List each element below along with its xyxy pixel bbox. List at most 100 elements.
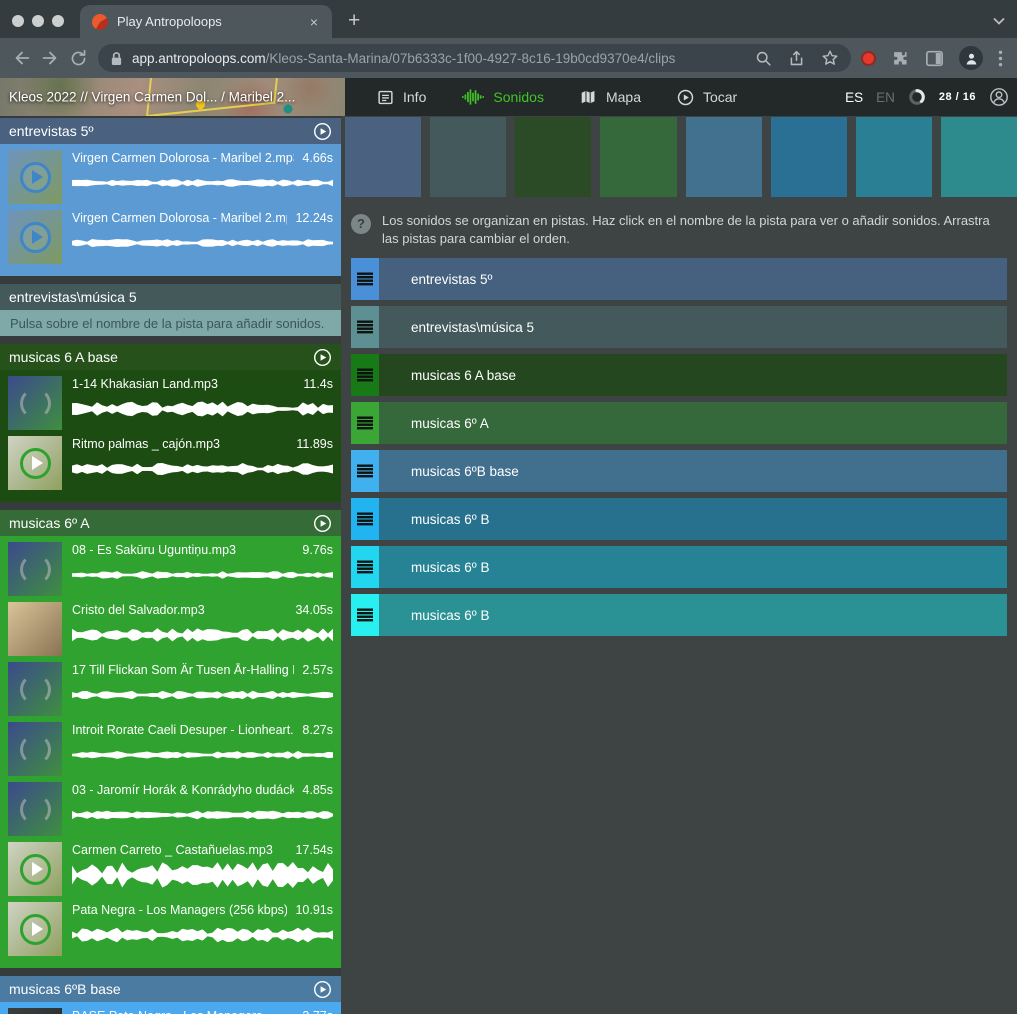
track-name[interactable]: entrevistas 5º <box>379 258 1007 300</box>
play-track-icon[interactable] <box>313 122 332 141</box>
track-name[interactable]: musicas 6º B <box>379 594 1007 636</box>
drag-handle[interactable] <box>351 306 379 348</box>
clip[interactable]: Carmen Carreto _ Castañuelas.mp317.54s <box>8 842 333 896</box>
drag-handle[interactable] <box>351 498 379 540</box>
clip-thumbnail[interactable] <box>8 842 62 896</box>
clip-thumbnail[interactable] <box>8 542 62 596</box>
play-overlay-icon[interactable] <box>20 162 51 193</box>
tab-sonidos[interactable]: Sonidos <box>462 89 544 105</box>
track-color-swatch[interactable] <box>515 117 591 197</box>
track-color-swatch[interactable] <box>856 117 932 197</box>
clip-thumbnail[interactable] <box>8 662 62 716</box>
clip-thumbnail[interactable] <box>8 436 62 490</box>
play-overlay-icon[interactable] <box>20 222 51 253</box>
track-color-swatch[interactable] <box>941 117 1017 197</box>
clip-thumbnail[interactable] <box>8 376 62 430</box>
track-row[interactable]: musicas 6 A base <box>351 354 1007 396</box>
tab-search-chevron-icon[interactable] <box>993 12 1005 30</box>
track-row[interactable]: musicas 6ºB base <box>351 450 1007 492</box>
map-preview[interactable]: Kleos 2022 // Virgen Carmen Dol... / Mar… <box>0 78 345 116</box>
browser-tab[interactable]: Play Antropoloops × <box>80 5 332 38</box>
track-row[interactable]: entrevistas\música 5 <box>351 306 1007 348</box>
play-track-icon[interactable] <box>313 348 332 367</box>
window-maximize-icon[interactable] <box>52 15 64 27</box>
clip-thumbnail[interactable] <box>8 902 62 956</box>
track-color-swatch[interactable] <box>686 117 762 197</box>
track-color-swatch[interactable] <box>771 117 847 197</box>
language-en[interactable]: EN <box>876 90 895 105</box>
zoom-icon[interactable] <box>755 50 772 67</box>
track-header[interactable]: musicas 6 A base <box>0 344 341 370</box>
bookmark-star-icon[interactable] <box>821 49 839 67</box>
clip-thumbnail[interactable] <box>8 1008 62 1014</box>
play-track-icon[interactable] <box>313 980 332 999</box>
breadcrumb[interactable]: Kleos 2022 // Virgen Carmen Dol... / Mar… <box>9 90 295 105</box>
clip-thumbnail[interactable] <box>8 210 62 264</box>
track-color-swatch[interactable] <box>345 117 421 197</box>
menu-kebab-icon[interactable] <box>998 50 1003 67</box>
clip[interactable]: Virgen Carmen Dolorosa - Maribel 2.mp312… <box>8 210 333 264</box>
track-header-name[interactable]: musicas 6 A base <box>9 349 118 365</box>
account-icon[interactable] <box>989 87 1009 107</box>
track-name[interactable]: musicas 6º B <box>379 546 1007 588</box>
new-tab-button[interactable]: + <box>332 10 360 38</box>
track-color-swatch[interactable] <box>430 117 506 197</box>
track-name[interactable]: entrevistas\música 5 <box>379 306 1007 348</box>
track-header-name[interactable]: musicas 6º A <box>9 515 90 531</box>
drag-handle[interactable] <box>351 450 379 492</box>
track-name[interactable]: musicas 6 A base <box>379 354 1007 396</box>
track-header-name[interactable]: entrevistas 5º <box>9 123 94 139</box>
window-minimize-icon[interactable] <box>32 15 44 27</box>
play-track-icon[interactable] <box>313 514 332 533</box>
share-icon[interactable] <box>788 50 805 67</box>
track-name[interactable]: musicas 6ºB base <box>379 450 1007 492</box>
track-header[interactable]: entrevistas 5º <box>0 118 341 144</box>
window-controls[interactable] <box>0 15 80 38</box>
track-name[interactable]: musicas 6º A <box>379 402 1007 444</box>
record-extension-icon[interactable] <box>861 51 876 66</box>
clip[interactable]: 03 - Jaromír Horák & Konrádyho dudácká .… <box>8 782 333 836</box>
extensions-puzzle-icon[interactable] <box>891 49 910 68</box>
side-panel-icon[interactable] <box>925 50 944 67</box>
clip[interactable]: BASE Pata Negra - Los Managers3.77s <box>8 1008 333 1014</box>
clip[interactable]: Introit Rorate Caeli Desuper - Lionheart… <box>8 722 333 776</box>
clip[interactable]: 1-14 Khakasian Land.mp311.4s <box>8 376 333 430</box>
tab-mapa[interactable]: Mapa <box>580 89 641 105</box>
track-color-swatch[interactable] <box>600 117 676 197</box>
language-es[interactable]: ES <box>845 90 863 105</box>
clip-thumbnail[interactable] <box>8 602 62 656</box>
profile-avatar[interactable] <box>959 46 983 70</box>
track-row[interactable]: musicas 6º A <box>351 402 1007 444</box>
track-row[interactable]: musicas 6º B <box>351 498 1007 540</box>
tab-close-icon[interactable]: × <box>308 14 320 30</box>
drag-handle[interactable] <box>351 402 379 444</box>
window-close-icon[interactable] <box>12 15 24 27</box>
track-row[interactable]: musicas 6º B <box>351 546 1007 588</box>
clip-thumbnail[interactable] <box>8 722 62 776</box>
clip-thumbnail[interactable] <box>8 782 62 836</box>
track-name[interactable]: musicas 6º B <box>379 498 1007 540</box>
drag-handle[interactable] <box>351 354 379 396</box>
clip[interactable]: 08 - Es Sakūru Uguntiņu.mp39.76s <box>8 542 333 596</box>
drag-handle[interactable] <box>351 594 379 636</box>
clip[interactable]: 17 Till Flickan Som Är Tusen År-Halling … <box>8 662 333 716</box>
clip[interactable]: Pata Negra - Los Managers (256 kbps).mp3… <box>8 902 333 956</box>
track-row[interactable]: entrevistas 5º <box>351 258 1007 300</box>
play-overlay-icon[interactable] <box>20 854 51 885</box>
track-header[interactable]: musicas 6ºB base <box>0 976 341 1002</box>
clip[interactable]: Cristo del Salvador.mp334.05s <box>8 602 333 656</box>
forward-button[interactable] <box>36 44 64 72</box>
track-header-name[interactable]: musicas 6ºB base <box>9 981 121 997</box>
drag-handle[interactable] <box>351 258 379 300</box>
track-header-name[interactable]: entrevistas\música 5 <box>9 289 137 305</box>
tab-tocar[interactable]: Tocar <box>677 89 737 106</box>
track-header[interactable]: musicas 6º A <box>0 510 341 536</box>
play-overlay-icon[interactable] <box>20 914 51 945</box>
clip[interactable]: Virgen Carmen Dolorosa - Maribel 2.mp34.… <box>8 150 333 204</box>
reload-button[interactable] <box>64 44 92 72</box>
track-header[interactable]: entrevistas\música 5 <box>0 284 341 310</box>
play-overlay-icon[interactable] <box>20 448 51 479</box>
address-bar[interactable]: app.antropoloops.com/Kleos-Santa-Marina/… <box>98 44 851 72</box>
drag-handle[interactable] <box>351 546 379 588</box>
clip[interactable]: Ritmo palmas _ cajón.mp311.89s <box>8 436 333 490</box>
